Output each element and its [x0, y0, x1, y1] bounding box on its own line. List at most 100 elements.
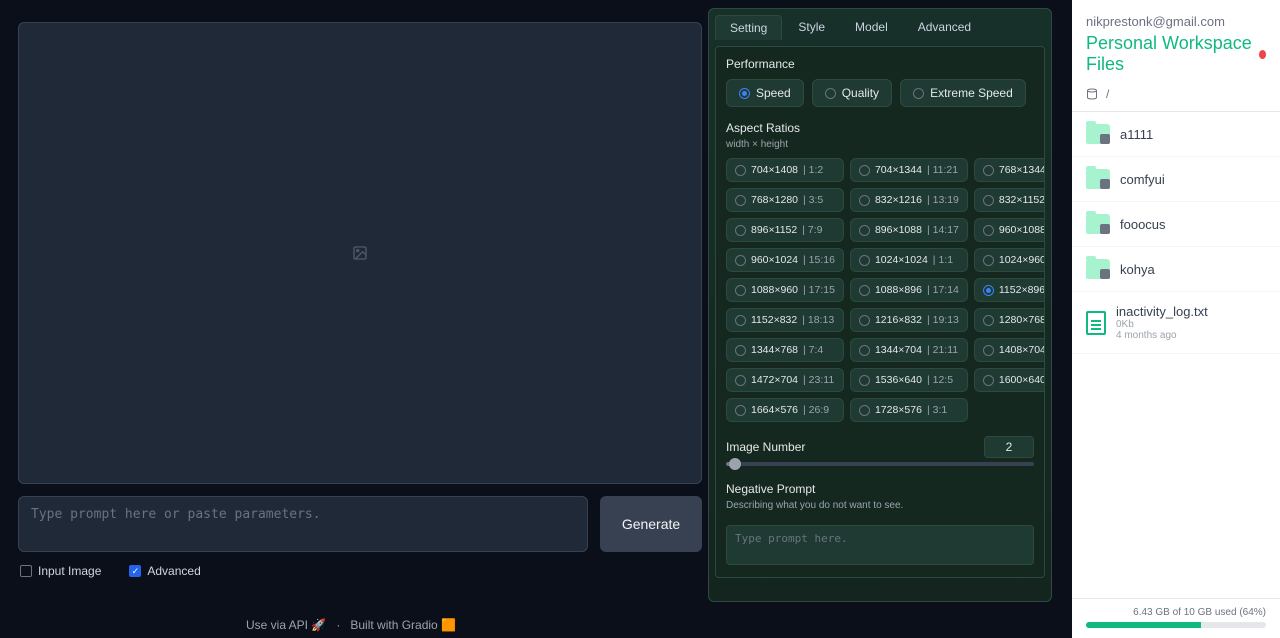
tab-advanced[interactable]: Advanced — [904, 15, 985, 40]
aspect-label: Aspect Ratios — [726, 121, 1034, 135]
folder-row[interactable]: a1111 — [1072, 112, 1280, 157]
built-with-link[interactable]: Built with Gradio — [350, 618, 437, 632]
image-number-input[interactable] — [984, 436, 1034, 458]
folder-row[interactable]: fooocus — [1072, 202, 1280, 247]
settings-body[interactable]: Performance SpeedQualityExtreme Speed As… — [715, 46, 1045, 578]
tab-setting[interactable]: Setting — [715, 15, 782, 40]
aspect-option[interactable]: 1408×704 | 2:1 — [974, 338, 1045, 362]
aspect-res: 768×1280 — [751, 194, 798, 206]
aspect-ratio: | 19:13 — [927, 314, 959, 326]
aspect-option[interactable]: 768×1280 | 3:5 — [726, 188, 844, 212]
radio-icon — [859, 345, 870, 356]
aspect-option[interactable]: 1344×768 | 7:4 — [726, 338, 844, 362]
workspace-title[interactable]: Personal Workspace Files — [1086, 33, 1266, 75]
input-image-check[interactable]: Input Image — [20, 564, 101, 578]
folder-row[interactable]: comfyui — [1072, 157, 1280, 202]
aspect-option[interactable]: 704×1344 | 11:21 — [850, 158, 968, 182]
radio-icon — [983, 345, 994, 356]
lock-icon — [1100, 179, 1110, 189]
performance-option-extreme-speed[interactable]: Extreme Speed — [900, 79, 1026, 107]
aspect-ratio: | 23:11 — [803, 374, 834, 386]
lock-icon — [1100, 134, 1110, 144]
breadcrumb[interactable]: / — [1072, 83, 1280, 112]
image-number-slider[interactable] — [726, 462, 1034, 466]
aspect-option[interactable]: 1728×576 | 3:1 — [850, 398, 968, 422]
radio-icon — [735, 345, 746, 356]
aspect-option[interactable]: 1664×576 | 26:9 — [726, 398, 844, 422]
aspect-res: 768×1344 — [999, 164, 1045, 176]
slider-thumb[interactable] — [729, 458, 741, 470]
tab-style[interactable]: Style — [784, 15, 839, 40]
use-api-link[interactable]: Use via API — [246, 618, 308, 632]
aspect-option[interactable]: 896×1088 | 14:17 — [850, 218, 968, 242]
option-label: Quality — [842, 86, 879, 100]
file-row[interactable]: inactivity_log.txt0Kb4 months ago — [1072, 292, 1280, 354]
aspect-ratio: | 3:1 — [927, 404, 947, 416]
aspect-ratio: | 1:1 — [933, 254, 953, 266]
advanced-check[interactable]: Advanced — [129, 564, 200, 578]
radio-icon — [913, 88, 924, 99]
aspect-option[interactable]: 1216×832 | 19:13 — [850, 308, 968, 332]
performance-option-quality[interactable]: Quality — [812, 79, 892, 107]
aspect-option[interactable]: 832×1152 | 13:18 — [974, 188, 1045, 212]
generate-button[interactable]: Generate — [600, 496, 702, 552]
aspect-option[interactable]: 768×1344 | 4:7 — [974, 158, 1045, 182]
radio-icon — [859, 225, 870, 236]
aspect-option[interactable]: 1600×640 | 5:2 — [974, 368, 1045, 392]
aspect-option[interactable]: 1280×768 | 5:3 — [974, 308, 1045, 332]
aspect-option[interactable]: 1024×960 | 16:15 — [974, 248, 1045, 272]
aspect-res: 1536×640 — [875, 374, 922, 386]
file-list[interactable]: a1111 comfyui fooocuskohyainactivity_log.t… — [1072, 112, 1280, 598]
aspect-ratio: | 14:17 — [927, 224, 959, 236]
tab-model[interactable]: Model — [841, 15, 902, 40]
aspect-res: 1472×704 — [751, 374, 798, 386]
preview-box[interactable] — [18, 22, 702, 484]
folder-icon — [1086, 259, 1110, 279]
footer-sep: · — [336, 618, 340, 632]
aspect-option[interactable]: 960×1088 | 15:17 — [974, 218, 1045, 242]
folder-name: comfyui — [1120, 172, 1165, 187]
aspect-option[interactable]: 896×1152 | 7:9 — [726, 218, 844, 242]
radio-icon — [859, 375, 870, 386]
image-number-label: Image Number — [726, 440, 805, 454]
aspect-res: 896×1088 — [875, 224, 922, 236]
aspect-option[interactable]: 704×1408 | 1:2 — [726, 158, 844, 182]
aspect-option[interactable]: 832×1216 | 13:19 — [850, 188, 968, 212]
aspect-option[interactable]: 1024×1024 | 1:1 — [850, 248, 968, 272]
aspect-ratio: | 11:21 — [927, 164, 958, 176]
aspect-option[interactable]: 1088×960 | 17:15 — [726, 278, 844, 302]
aspect-option[interactable]: 1152×896 | 9:7 — [974, 278, 1045, 302]
aspect-option[interactable]: 1536×640 | 12:5 — [850, 368, 968, 392]
aspect-res: 960×1088 — [999, 224, 1045, 236]
user-email: nikprestonk@gmail.com — [1086, 14, 1266, 29]
prompt-input[interactable] — [18, 496, 588, 552]
aspect-option[interactable]: 1472×704 | 23:11 — [726, 368, 844, 392]
radio-icon — [983, 315, 994, 326]
usage-bar — [1086, 622, 1266, 628]
usage-text: 6.43 GB of 10 GB used (64%) — [1086, 607, 1266, 618]
file-age: 4 months ago — [1116, 330, 1208, 341]
aspect-sublabel: width × height — [726, 139, 1034, 150]
negative-input[interactable] — [726, 525, 1034, 565]
folder-icon — [1086, 214, 1110, 234]
aspect-option[interactable]: 1088×896 | 17:14 — [850, 278, 968, 302]
radio-icon — [735, 255, 746, 266]
lock-icon — [1100, 224, 1110, 234]
aspect-res: 704×1408 — [751, 164, 798, 176]
aspect-option[interactable]: 1344×704 | 21:11 — [850, 338, 968, 362]
aspect-option[interactable]: 1152×832 | 18:13 — [726, 308, 844, 332]
gradio-logo-icon: 🟧 — [441, 618, 456, 632]
negative-label: Negative Prompt — [726, 482, 1034, 496]
option-label: Speed — [756, 86, 791, 100]
footer-links: Use via API 🚀 · Built with Gradio 🟧 — [0, 618, 702, 632]
radio-icon — [735, 315, 746, 326]
aspect-ratio: | 12:5 — [927, 374, 953, 386]
performance-option-speed[interactable]: Speed — [726, 79, 804, 107]
main-area: Generate Input Image Advanced Use via AP… — [0, 0, 1072, 638]
radio-icon — [859, 165, 870, 176]
aspect-grid: 704×1408 | 1:2704×1344 | 11:21768×1344 |… — [726, 158, 1034, 422]
aspect-res: 1408×704 — [999, 344, 1045, 356]
aspect-option[interactable]: 960×1024 | 15:16 — [726, 248, 844, 272]
folder-row[interactable]: kohya — [1072, 247, 1280, 292]
aspect-res: 1152×896 — [999, 284, 1045, 296]
